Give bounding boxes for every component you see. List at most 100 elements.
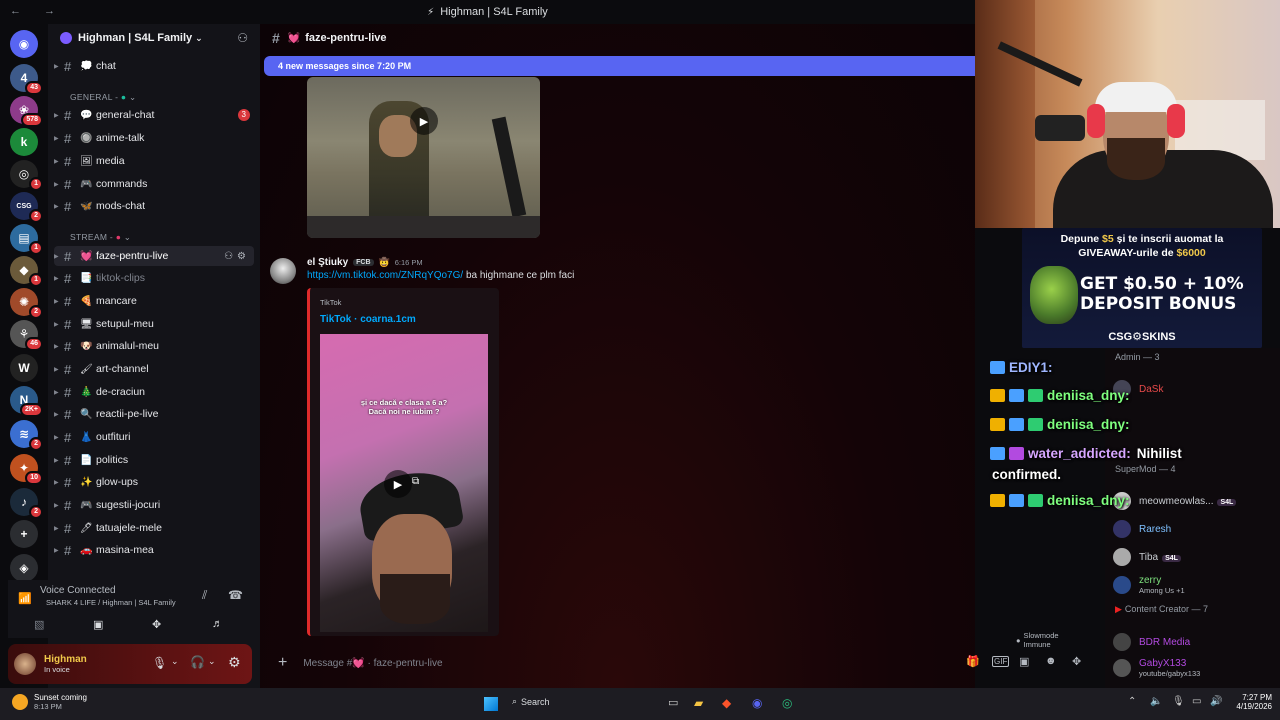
member-bdrmedia[interactable]: BDR Media [1113,631,1278,653]
message-link[interactable]: https://vm.tiktok.com/ZNRqYQo7G/ [307,270,463,281]
video-caption: și ce dacă e clasa a 6 a? Dacă noi ne iu… [360,398,448,416]
message-input[interactable]: Message #💓 · faze-pentru-live [303,658,442,669]
gift-icon[interactable]: 🎁 [966,655,980,668]
channel-mancare[interactable]: ▶ # 🍕 mancare [54,291,254,311]
server-4-icon[interactable]: ◎ 1 [10,160,43,191]
server-7-icon[interactable]: ◆ 1 [10,256,43,287]
nav-arrows[interactable]: ← → [10,5,65,17]
video-attachment[interactable]: ▶ [307,77,540,238]
play-icon[interactable]: ▶ [384,470,412,498]
server-3-icon[interactable]: k [10,128,38,156]
avatar[interactable] [14,653,36,675]
member-gabyx133[interactable]: GabyX133 youtube/gabyx133 [1113,657,1278,679]
volume-icon[interactable]: 🔈 [1150,696,1162,707]
channel-commands[interactable]: ▶ # 🎮 commands [54,174,254,194]
message-author[interactable]: el Ştiuky [307,257,348,268]
embed-title[interactable]: TikTok · coarna.1cm [320,314,416,325]
task-view-icon[interactable]: ▭ [668,696,678,709]
user-panel: Highman In voice 🎙 ⌄ 🎧 ⌄ ⚙ [8,644,252,684]
channel-politics[interactable]: ▶ # 📄 politics [54,450,254,470]
file-explorer-icon[interactable]: ▰ [694,696,703,710]
gif-icon[interactable]: GIF [992,656,1010,667]
channel-tiktok-clips[interactable]: ▶ # 📑 tiktok-clips [54,268,254,288]
discord-home-icon[interactable]: ◉ [10,30,38,58]
message-composer[interactable]: + Message #💓 · faze-pentru-live 🎁 [268,648,980,678]
channel-art-channel[interactable]: ▶ # 🖌 art-channel [54,359,254,379]
channel-animalul-meu[interactable]: ▶ # 🐶 animalul-meu [54,336,254,356]
server-6-icon[interactable]: ▤ 1 [10,224,43,255]
server-2-icon[interactable]: ❀ 578 [10,96,43,127]
sticker-icon[interactable]: ▣ [1019,655,1029,668]
channel-setupul-meu[interactable]: ▶ # 🖥 setupul-meu [54,314,254,334]
server-13-icon[interactable]: ✦ 10 [10,454,43,485]
channel-tatuajele-mele[interactable]: ▶ # 🖊 tatuajele-mele [54,518,254,538]
hash-icon: # [64,542,72,558]
chevron-down-icon[interactable]: ⌄ [171,656,179,667]
channel-de-craciun[interactable]: ▶ # 🎄 de-craciun [54,382,254,402]
member-tiba[interactable]: Tiba S4L [1113,546,1278,568]
browser-icon[interactable]: ◎ [782,696,792,710]
microphone-icon[interactable]: 🎙 [152,656,167,670]
server-10-icon[interactable]: W [10,354,38,382]
soundboard-icon[interactable]: ♬ [212,618,223,630]
mic-tray-icon[interactable]: 🎙 [1172,696,1185,707]
channel-media[interactable]: ▶ # 🖼 media [54,151,254,171]
popout-icon[interactable]: ⧉ [412,476,419,487]
channel-anime-talk[interactable]: ▶ # 🔘 anime-talk [54,128,254,148]
speaker-icon[interactable]: 🔊 [1210,696,1222,707]
voice-channel[interactable]: SHARK 4 LIFE / Highman | S4L Family [46,598,176,607]
play-icon[interactable]: ▶ [410,107,438,135]
channel-label: tiktok-clips [96,272,146,284]
channel-glow-ups[interactable]: ▶ # ✨ glow-ups [54,472,254,492]
server-12-icon[interactable]: ≋ 2 [10,420,43,451]
taskbar-search[interactable]: ⌕ Search [512,696,550,707]
channel-emoji-icon: 🎄 [80,386,93,398]
noise-suppression-icon[interactable]: ⫽ [202,588,207,603]
new-messages-bar[interactable]: 4 new messages since 7:20 PM [264,56,975,76]
channel-outfituri[interactable]: ▶ # 👗 outfituri [54,427,254,447]
server-glyph: ◎ [18,167,30,181]
tray-chevron-icon[interactable]: ⌃ [1128,696,1136,707]
server-11-icon[interactable]: N 2K+ [10,386,43,417]
camera-off-icon[interactable]: ▧ [34,618,44,631]
channel-mods-chat[interactable]: ▶ # 🦋 mods-chat [54,196,254,216]
channel-reactii-pe-live[interactable]: ▶ # 🔍 reactii-pe-live [54,404,254,424]
windows-start-icon[interactable] [484,697,498,711]
network-icon[interactable]: ▭ [1192,696,1201,707]
chevron-down-icon[interactable]: ⌄ [208,656,216,667]
screen-share-icon[interactable]: ▣ [93,618,103,631]
explore-icon[interactable]: ◈ [10,554,38,582]
member-zerry[interactable]: zerry Among Us +1 [1113,574,1278,596]
server-1-icon[interactable]: 4 43 [10,64,43,95]
add-attachment-icon[interactable]: + [278,654,287,672]
channel-settings-icon[interactable]: ⚇⚙ [224,251,250,262]
server-header[interactable]: Highman | S4L Family ⌄ ⚇ [48,24,260,52]
server-8-icon[interactable]: ✺ 2 [10,288,43,319]
server-9-icon[interactable]: ⚘ 46 [10,320,43,351]
channel-chat[interactable]: ▶ # 💭 chat [54,56,254,76]
disconnect-icon[interactable]: ☎ [228,588,243,602]
clock[interactable]: 7:27 PM 4/19/2026 [1228,693,1272,711]
tiktok-video[interactable]: și ce dacă e clasa a 6 a? Dacă noi ne iu… [320,334,488,632]
channel-sugestii-jocuri[interactable]: ▶ # 🎮 sugestii-jocuri [54,495,254,515]
message-author-avatar[interactable] [270,258,296,284]
weather-widget[interactable]: Sunset coming 8:13 PM [12,693,87,711]
channel-faze-pentru-live[interactable]: ▶ # 💓 faze-pentru-live ⚇⚙ [54,246,254,266]
discord-app-icon[interactable]: ◉ [752,696,762,710]
gear-icon[interactable]: ⚙ [228,654,241,671]
server-14-icon[interactable]: ♪ 2 [10,488,43,519]
heart-icon: 💓 [287,32,301,44]
apps-icon[interactable]: ✥ [1072,655,1081,668]
server-5-icon[interactable]: CSG 2 [10,192,43,223]
invite-icon[interactable]: ⚇ [237,31,248,45]
channel-masina-mea[interactable]: ▶ # 🚗 masina-mea [54,540,254,560]
add-server-icon[interactable]: + [10,520,38,548]
hash-icon: # [64,316,72,332]
category-stream[interactable]: STREAM - ● ⌄ [70,232,131,243]
category-general[interactable]: GENERAL - ● ⌄ [70,92,136,103]
headphones-icon[interactable]: 🎧 [190,655,205,669]
brave-browser-icon[interactable]: ◆ [722,696,731,710]
channel-general-chat[interactable]: ▶ # 💬 general-chat 3 [54,105,254,125]
activities-icon[interactable]: ✥ [152,618,161,631]
emoji-icon[interactable]: ☻ [1045,655,1057,667]
